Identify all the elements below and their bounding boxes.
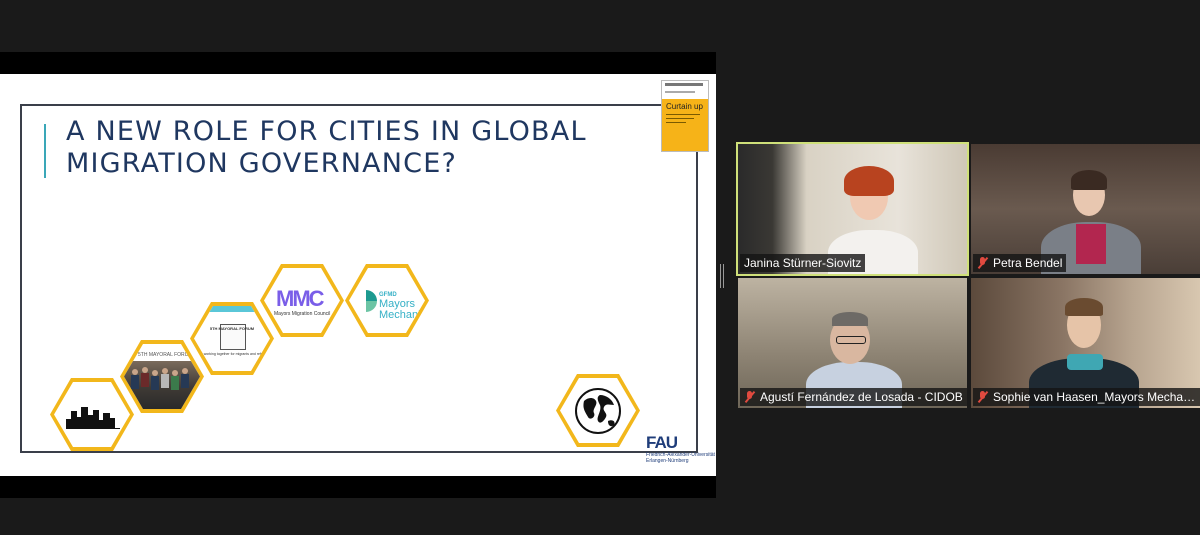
participant-tile-petra[interactable]: Petra Bendel [971, 144, 1200, 274]
participant-tile-janina[interactable]: Janina Stürner-Siovitz [736, 142, 969, 276]
participant-tile-agusti[interactable]: Agustí Fernández de Losada - CIDOB [738, 278, 967, 408]
muted-microphone-icon [744, 391, 756, 403]
gfmd-logo-icon [355, 290, 377, 312]
fau-mark: FAU [646, 433, 678, 452]
gfmd-line-2: Mechanism [379, 309, 425, 321]
group-photo [124, 361, 200, 409]
forum-card-title: 5TH MAYORAL FORUM [209, 326, 255, 331]
participant-name: Petra Bendel [973, 254, 1067, 272]
title-accent-bar [44, 124, 46, 178]
muted-microphone-icon [977, 391, 989, 403]
fau-line-2: Erlangen-Nürnberg [646, 458, 689, 464]
globe-icon [575, 388, 621, 434]
gfmd-mayors-mechanism: Mayors Mechanism [379, 299, 425, 321]
shared-screen: A NEW ROLE FOR CITIES IN GLOBAL MIGRATIO… [0, 52, 716, 498]
forum-photo-label: 5TH MAYORAL FORUM [138, 352, 193, 358]
city-skyline-icon [66, 407, 120, 429]
book-title: Curtain up [666, 102, 703, 111]
participant-name: Agustí Fernández de Losada - CIDOB [740, 388, 967, 406]
mmc-caption: Mayors Migration Council [274, 311, 331, 317]
forum-card-subtitle: Cities working together for migrants and… [194, 352, 270, 356]
presentation-slide: A NEW ROLE FOR CITIES IN GLOBAL MIGRATIO… [0, 74, 716, 476]
muted-microphone-icon [977, 257, 989, 269]
slide-title: A NEW ROLE FOR CITIES IN GLOBAL MIGRATIO… [66, 116, 587, 179]
participant-name: Janina Stürner-Siovitz [740, 254, 866, 272]
mmc-logo: MMC [276, 286, 325, 311]
participant-name: Sophie van Haasen_Mayors Mechanism [973, 388, 1200, 406]
participant-tile-sophie[interactable]: Sophie van Haasen_Mayors Mechanism [971, 278, 1200, 408]
split-view-divider-handle[interactable] [720, 264, 724, 288]
fau-logo: FAU Friedrich-Alexander-Universität Erla… [646, 433, 715, 465]
book-cover: Curtain up [661, 80, 709, 152]
